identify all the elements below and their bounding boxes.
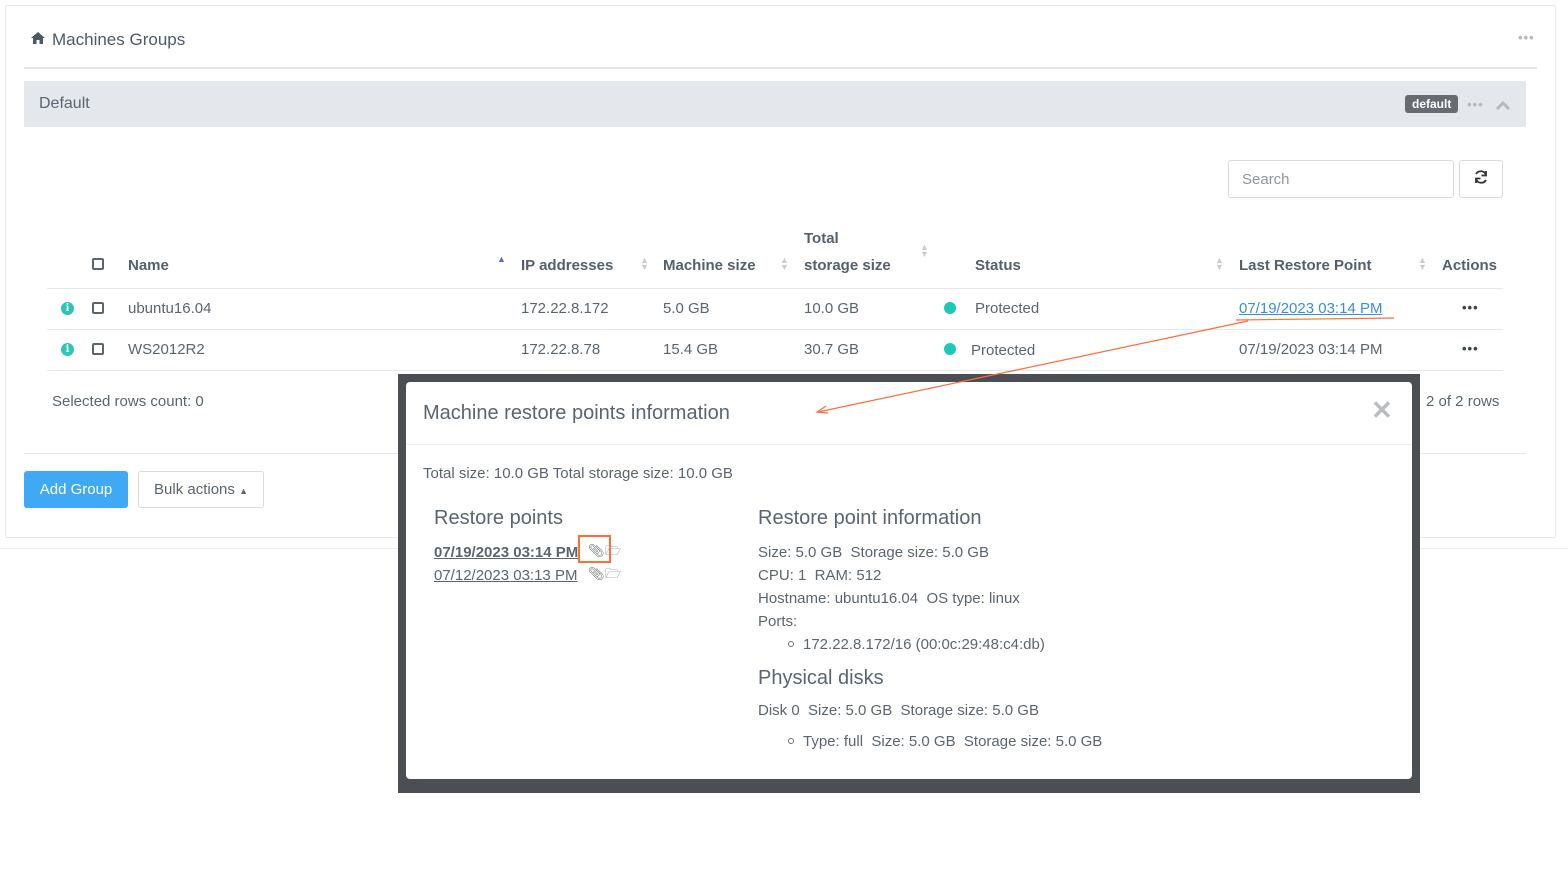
machine-size: 15.4 GB xyxy=(663,341,718,358)
bullet-icon xyxy=(788,738,794,744)
restore-point-link[interactable]: 07/19/2023 03:14 PM xyxy=(434,544,578,561)
sort-icon[interactable]: ▲▼ xyxy=(780,257,789,271)
info-icon[interactable]: i xyxy=(61,343,74,356)
info-hostname: Hostname: ubuntu16.04 OS type: linux xyxy=(758,590,1020,607)
machine-name: WS2012R2 xyxy=(128,341,205,358)
column-header-status[interactable]: Status xyxy=(975,257,1021,274)
select-all-checkbox[interactable] xyxy=(92,258,104,270)
ports-label: Ports: xyxy=(758,613,797,630)
ip-address: 172.22.8.172 xyxy=(521,300,609,317)
bulk-actions-button[interactable]: Bulk actions ▲ xyxy=(138,471,264,508)
sort-asc-icon[interactable]: ▲ xyxy=(497,256,506,263)
ip-address: 172.22.8.78 xyxy=(521,341,600,358)
panel-menu-icon[interactable]: ••• xyxy=(1518,30,1535,45)
sort-icon[interactable]: ▲▼ xyxy=(920,244,929,258)
column-header-storage-line1[interactable]: Total xyxy=(804,230,839,247)
row-divider xyxy=(47,288,1503,289)
column-header-actions: Actions xyxy=(1442,257,1497,274)
pagination-info: 2 of 2 rows xyxy=(1426,393,1499,410)
group-title: Default xyxy=(39,95,90,113)
add-group-button[interactable]: Add Group xyxy=(24,471,128,508)
group-header[interactable]: Default default ••• xyxy=(24,81,1526,127)
storage-size: 10.0 GB xyxy=(804,300,859,317)
page-title: Machines Groups xyxy=(30,30,185,50)
search-input[interactable] xyxy=(1228,160,1454,198)
machine-name: ubuntu16.04 xyxy=(128,300,211,317)
restore-points-modal: Machine restore points information ✕ Tot… xyxy=(406,382,1412,779)
machine-size: 5.0 GB xyxy=(663,300,710,317)
status-indicator xyxy=(944,343,956,355)
refresh-button[interactable] xyxy=(1459,160,1503,198)
modal-title: Machine restore points information xyxy=(423,402,730,425)
restore-point-link[interactable]: 07/12/2023 03:13 PM xyxy=(434,567,577,584)
storage-size: 30.7 GB xyxy=(804,341,859,358)
column-header-name[interactable]: Name xyxy=(128,257,169,274)
info-size: Size: 5.0 GB Storage size: 5.0 GB xyxy=(758,544,989,561)
default-badge: default xyxy=(1405,95,1458,113)
column-header-last-restore[interactable]: Last Restore Point xyxy=(1239,257,1372,274)
modal-divider xyxy=(406,444,1412,445)
modal-summary: Total size: 10.0 GB Total storage size: … xyxy=(423,465,733,482)
sort-icon[interactable]: ▲▼ xyxy=(640,257,649,271)
group-menu-icon[interactable]: ••• xyxy=(1467,97,1484,112)
caret-up-icon: ▲ xyxy=(239,486,248,496)
column-header-ip[interactable]: IP addresses xyxy=(521,257,613,274)
row-checkbox[interactable] xyxy=(92,343,104,355)
sort-icon[interactable]: ▲▼ xyxy=(1215,257,1224,271)
last-restore-text: 07/19/2023 03:14 PM xyxy=(1239,341,1382,358)
row-actions-icon[interactable]: ••• xyxy=(1462,300,1479,315)
home-icon xyxy=(30,30,46,50)
physical-disks-heading: Physical disks xyxy=(758,667,884,690)
column-header-storage-line2[interactable]: storage size xyxy=(804,257,891,274)
status-text: Protected xyxy=(975,300,1039,317)
port-entry: 172.22.8.172/16 (00:0c:29:48:c4:db) xyxy=(803,636,1045,653)
row-checkbox[interactable] xyxy=(92,302,104,314)
bullet-icon xyxy=(788,641,794,647)
row-divider xyxy=(47,370,1503,371)
row-divider xyxy=(47,329,1503,330)
bulk-actions-label: Bulk actions xyxy=(154,481,235,498)
status-text: Protected xyxy=(971,342,1035,359)
column-header-machine-size[interactable]: Machine size xyxy=(663,257,756,274)
paperclip-icon[interactable]: 📎︎ xyxy=(588,566,605,582)
disk-line: Disk 0 Size: 5.0 GB Storage size: 5.0 GB xyxy=(758,702,1039,719)
disk-detail: Type: full Size: 5.0 GB Storage size: 5.… xyxy=(803,733,1102,750)
chevron-up-icon[interactable] xyxy=(1495,97,1511,114)
refresh-icon xyxy=(1473,169,1489,189)
close-icon[interactable]: ✕ xyxy=(1371,395,1393,426)
row-actions-icon[interactable]: ••• xyxy=(1462,341,1479,356)
status-indicator xyxy=(944,302,956,314)
folder-open-icon[interactable]: 🗁 xyxy=(605,565,621,587)
page-title-text: Machines Groups xyxy=(52,30,185,50)
restore-points-heading: Restore points xyxy=(434,507,563,530)
info-cpu-ram: CPU: 1 RAM: 512 xyxy=(758,567,881,584)
annotation-highlight-box xyxy=(578,535,611,563)
info-icon[interactable]: i xyxy=(61,302,74,315)
last-restore-link[interactable]: 07/19/2023 03:14 PM xyxy=(1239,300,1382,317)
sort-icon[interactable]: ▲▼ xyxy=(1418,257,1427,271)
panel-header: Machines Groups xyxy=(24,6,1537,69)
selected-rows-count: Selected rows count: 0 xyxy=(52,393,204,410)
restore-point-info-heading: Restore point information xyxy=(758,507,981,530)
